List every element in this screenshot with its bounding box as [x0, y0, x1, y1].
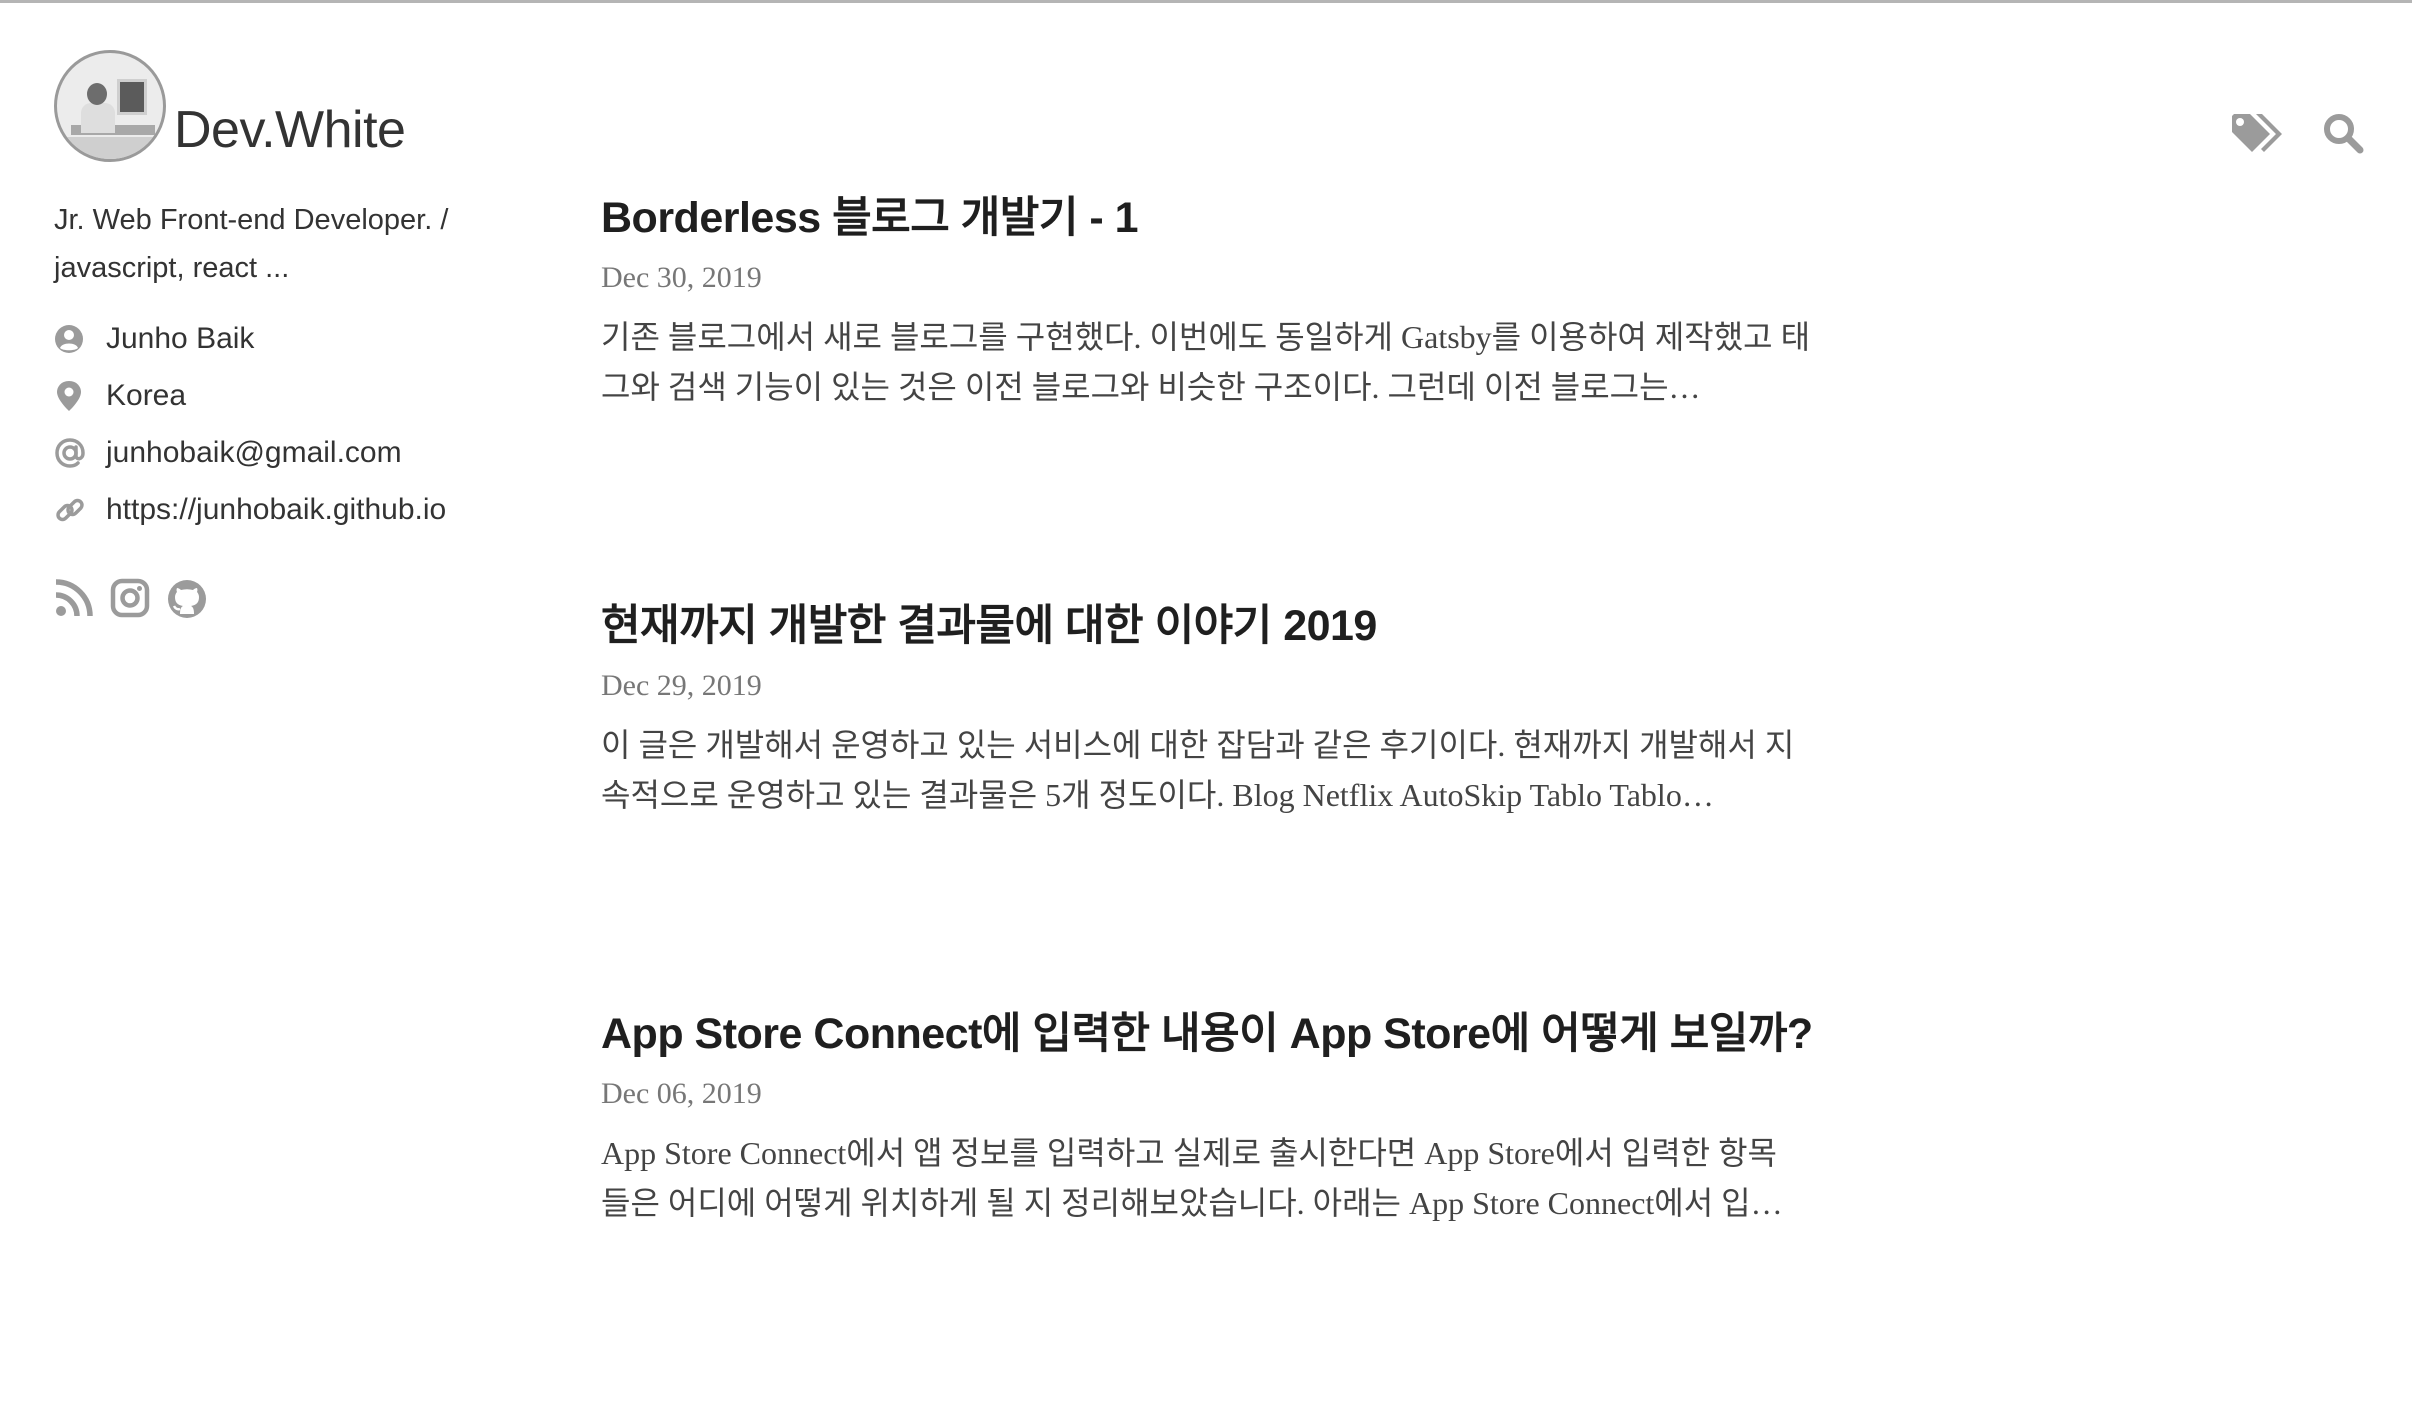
- post-item[interactable]: 현재까지 개발한 결과물에 대한 이야기 2019 Dec 29, 2019 이…: [601, 598, 1831, 1006]
- excerpt-line: 기존 블로그에서 새로 블로그를 구현했다. 이번에도 동일하게 Gatsby를…: [601, 319, 1811, 355]
- excerpt-line: 들은 어디에 어떻게 위치하게 될 지 정리해보았습니다. 아래는 App St…: [601, 1185, 1783, 1221]
- post-title[interactable]: App Store Connect에 입력한 내용이 App Store에 어떻…: [601, 1006, 1831, 1062]
- post-excerpt: 이 글은 개발해서 운영하고 있는 서비스에 대한 잡담과 같은 후기이다. 현…: [601, 720, 1829, 820]
- website-link[interactable]: https://junhobaik.github.io: [106, 493, 446, 527]
- site-brand[interactable]: Dev.White: [54, 50, 406, 162]
- bio: Jr. Web Front-end Developer. / javascrip…: [54, 196, 494, 292]
- bio-line: Jr. Web Front-end Developer. /: [54, 204, 449, 236]
- rss-icon[interactable]: [54, 578, 94, 625]
- post-item[interactable]: App Store Connect에 입력한 내용이 App Store에 어떻…: [601, 1006, 1831, 1414]
- post-title[interactable]: Borderless 블로그 개발기 - 1: [601, 190, 1831, 246]
- social-links: [54, 578, 494, 625]
- excerpt-line: 속적으로 운영하고 있는 결과물은 5개 정도이다. Blog Netflix …: [601, 777, 1714, 813]
- map-pin-icon: [54, 380, 106, 412]
- search-icon[interactable]: [2322, 112, 2364, 154]
- location: Korea: [106, 378, 187, 412]
- post-list: Borderless 블로그 개발기 - 1 Dec 30, 2019 기존 블…: [601, 190, 1831, 1414]
- post-title[interactable]: 현재까지 개발한 결과물에 대한 이야기 2019: [601, 598, 1831, 654]
- site-title[interactable]: Dev.White: [174, 100, 406, 160]
- excerpt-line: App Store Connect에서 앱 정보를 입력하고 실제로 출시한다면…: [601, 1135, 1777, 1171]
- github-icon[interactable]: [166, 578, 208, 625]
- tags-icon[interactable]: [2230, 112, 2284, 154]
- user-circle-icon: [54, 324, 106, 354]
- header-actions: [2230, 112, 2364, 154]
- post-date: Dec 29, 2019: [601, 669, 762, 702]
- profile-sidebar: Jr. Web Front-end Developer. / javascrip…: [54, 196, 494, 625]
- at-sign-icon: [54, 437, 106, 469]
- profile-info: Junho Baik Korea junhobaik@gmail.com htt…: [54, 310, 494, 538]
- bio-line: javascript, react ...: [54, 252, 290, 284]
- post-date: Dec 06, 2019: [601, 1077, 762, 1110]
- info-website: https://junhobaik.github.io: [54, 481, 494, 538]
- excerpt-line: 그와 검색 기능이 있는 것은 이전 블로그와 비슷한 구조이다. 그런데 이전…: [601, 369, 1701, 405]
- instagram-icon[interactable]: [110, 578, 150, 625]
- avatar[interactable]: [54, 50, 166, 162]
- link-icon: [54, 494, 106, 526]
- email[interactable]: junhobaik@gmail.com: [106, 436, 402, 470]
- post-date: Dec 30, 2019: [601, 261, 762, 294]
- info-name: Junho Baik: [54, 310, 494, 367]
- post-item[interactable]: Borderless 블로그 개발기 - 1 Dec 30, 2019 기존 블…: [601, 190, 1831, 598]
- author-name: Junho Baik: [106, 321, 255, 355]
- top-border: [0, 0, 2412, 3]
- post-excerpt: 기존 블로그에서 새로 블로그를 구현했다. 이번에도 동일하게 Gatsby를…: [601, 312, 1829, 412]
- excerpt-line: 이 글은 개발해서 운영하고 있는 서비스에 대한 잡담과 같은 후기이다. 현…: [601, 727, 1795, 763]
- info-location: Korea: [54, 367, 494, 424]
- info-email: junhobaik@gmail.com: [54, 424, 494, 481]
- post-excerpt: App Store Connect에서 앱 정보를 입력하고 실제로 출시한다면…: [601, 1128, 1829, 1228]
